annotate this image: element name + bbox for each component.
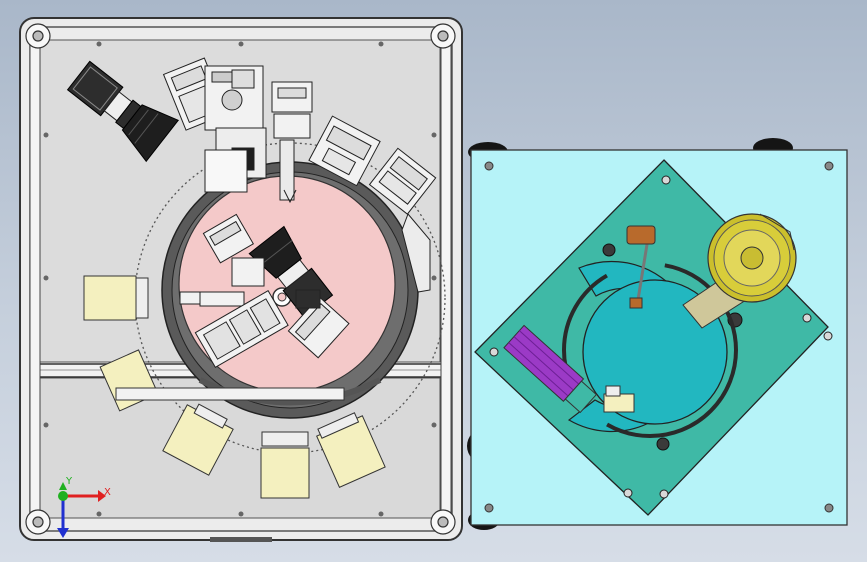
y-axis-label: Y (65, 476, 73, 487)
fixture-left (83, 275, 137, 321)
right-machine-assembly (467, 138, 848, 530)
x-axis-label: X (104, 487, 111, 498)
right-rail (440, 29, 452, 531)
feeder-bowl (707, 213, 797, 303)
frame-handle (210, 537, 272, 542)
left-rail (29, 29, 41, 531)
cad-viewport: X Y (19, 17, 848, 542)
slide-bar (115, 387, 345, 401)
left-machine-assembly (19, 17, 463, 542)
